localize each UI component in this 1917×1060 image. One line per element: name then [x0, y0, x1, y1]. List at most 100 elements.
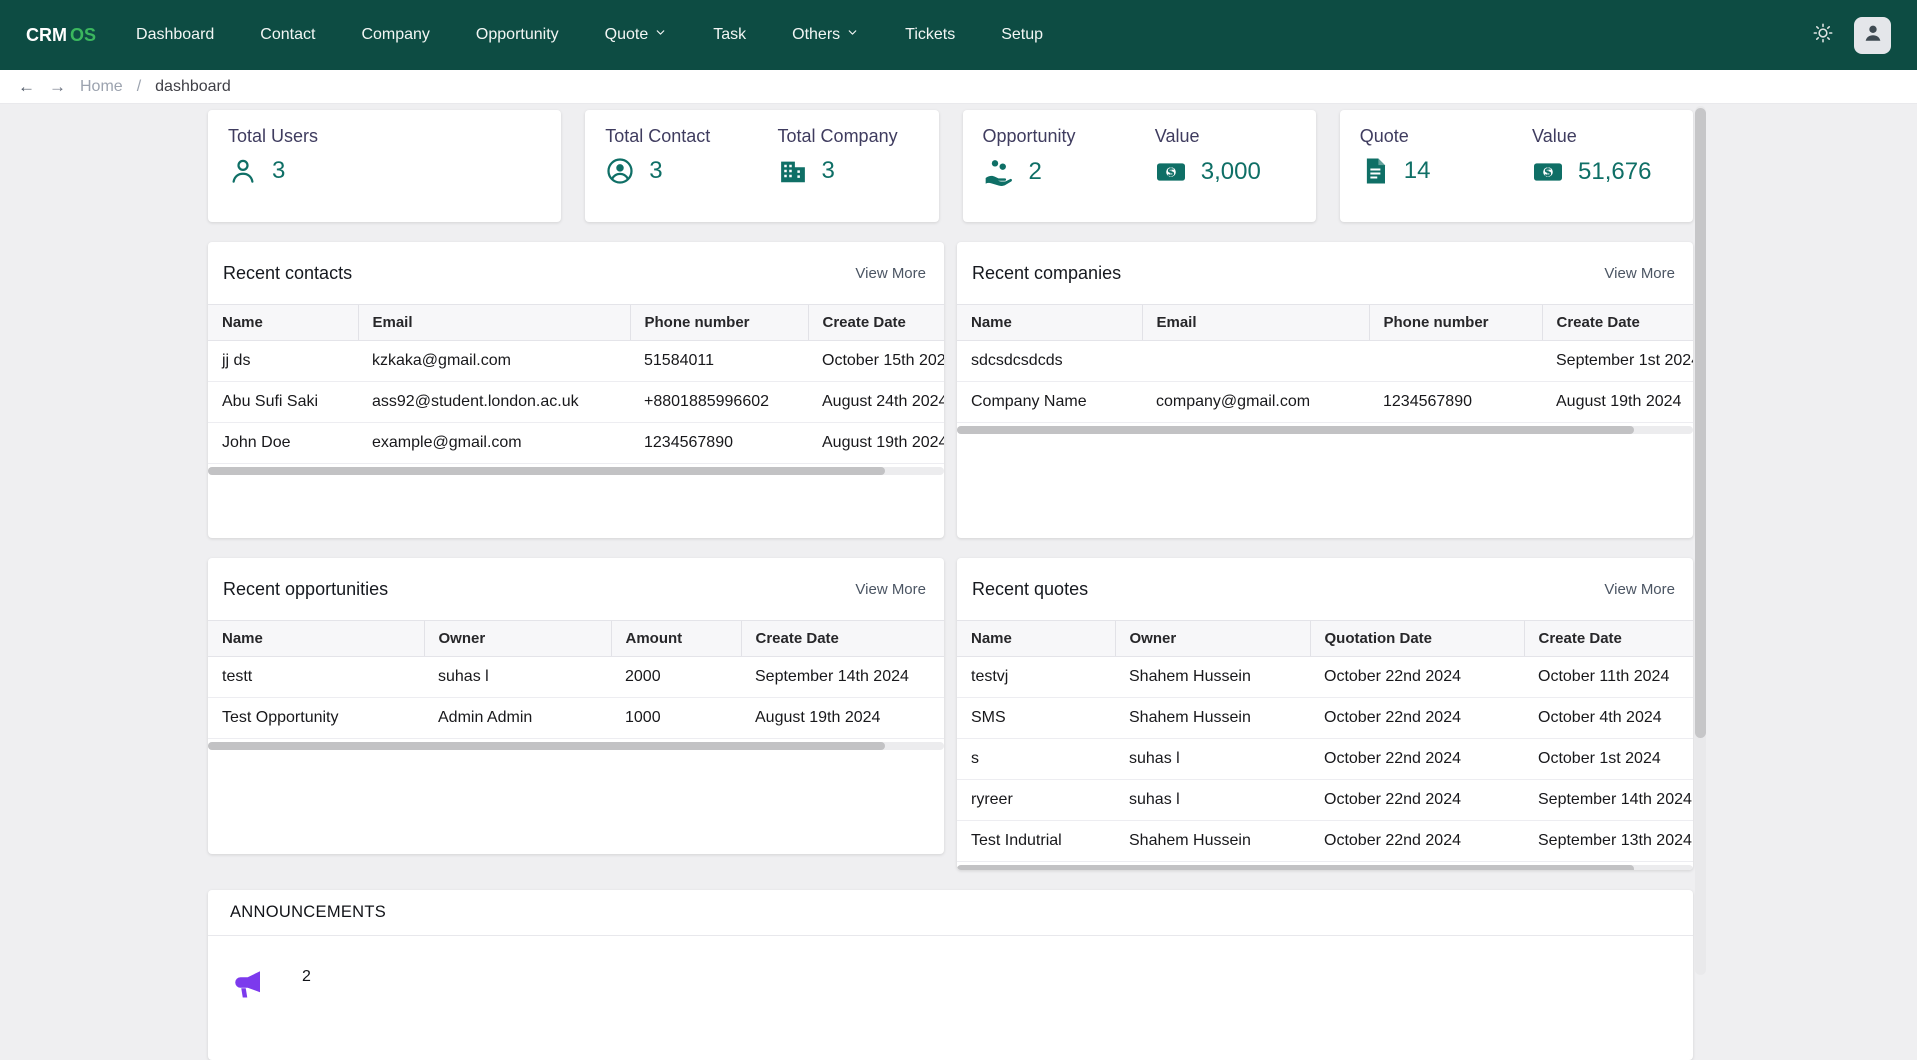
cell-create-date: August 19th 2024: [1542, 382, 1693, 423]
cell-create-date: September 13th 2024: [1524, 821, 1693, 862]
cell-email: [1142, 341, 1369, 382]
chevron-down-icon: [846, 26, 859, 44]
cell-owner: Admin Admin: [424, 698, 611, 739]
cell-quotation-date: October 22nd 2024: [1310, 698, 1524, 739]
back-button[interactable]: ←: [18, 78, 35, 95]
cell-create-date: August 19th 2024: [808, 423, 944, 464]
table-row[interactable]: Company Name company@gmail.com 123456789…: [957, 382, 1693, 423]
nav-item-quote[interactable]: Quote: [605, 26, 668, 44]
nav-item-label: Contact: [260, 26, 315, 44]
table-row[interactable]: ryreer suhas l October 22nd 2024 Septemb…: [957, 780, 1693, 821]
cell-name: Test Indutrial: [957, 821, 1115, 862]
table-scroll-area[interactable]: Name Owner Amount Create Date testt suha…: [208, 620, 944, 739]
column-header: Phone number: [630, 305, 808, 341]
column-header: Name: [208, 305, 358, 341]
cell-name: Company Name: [957, 382, 1142, 423]
horizontal-scrollbar[interactable]: [957, 865, 1693, 870]
stat-card-opportunity-value: Opportunity 2 Value $ 3,000: [963, 110, 1316, 222]
panel-recent-companies: Recent companies View More Name Email Ph…: [957, 242, 1693, 538]
cell-phone: [1369, 341, 1542, 382]
cell-create-date: October 1st 2024: [1524, 739, 1693, 780]
forward-button[interactable]: →: [49, 78, 66, 95]
horizontal-scrollbar[interactable]: [208, 467, 944, 475]
stat-label: Opportunity: [983, 126, 1155, 147]
quote-file-icon: [1360, 156, 1390, 186]
nav-item-opportunity[interactable]: Opportunity: [476, 26, 559, 44]
stat-label: Value: [1155, 126, 1296, 147]
stat-metric: Total Users 3: [228, 126, 541, 206]
cell-email: kzkaka@gmail.com: [358, 341, 630, 382]
vertical-scrollbar[interactable]: [1695, 106, 1706, 975]
nav-item-others[interactable]: Others: [792, 26, 859, 44]
stat-metric: Quote 14: [1360, 126, 1532, 206]
nav-item-label: Opportunity: [476, 26, 559, 44]
view-more-link[interactable]: View More: [855, 581, 926, 598]
table-row[interactable]: testt suhas l 2000 September 14th 2024: [208, 657, 944, 698]
table-row[interactable]: Test Indutrial Shahem Hussein October 22…: [957, 821, 1693, 862]
view-more-link[interactable]: View More: [855, 265, 926, 282]
table-row[interactable]: Test Opportunity Admin Admin 1000 August…: [208, 698, 944, 739]
panel-title: Recent companies: [972, 263, 1121, 284]
theme-toggle-button[interactable]: [1812, 22, 1834, 49]
cell-name: sdcsdcsdcds: [957, 341, 1142, 382]
table-scroll-area[interactable]: Name Owner Quotation Date Create Date te…: [957, 620, 1693, 862]
panel-recent-opportunities: Recent opportunities View More Name Owne…: [208, 558, 944, 854]
nav-item-setup[interactable]: Setup: [1001, 26, 1043, 44]
nav-item-label: Tickets: [905, 26, 955, 44]
cell-owner: suhas l: [1115, 739, 1310, 780]
nav-item-company[interactable]: Company: [361, 26, 429, 44]
nav-item-contact[interactable]: Contact: [260, 26, 315, 44]
column-header: Phone number: [1369, 305, 1542, 341]
column-header: Create Date: [1542, 305, 1693, 341]
cell-create-date: August 19th 2024: [741, 698, 944, 739]
stat-metric: Value $ 51,676: [1532, 126, 1673, 206]
stat-label: Value: [1532, 126, 1673, 147]
table-row[interactable]: John Doe example@gmail.com 1234567890 Au…: [208, 423, 944, 464]
cell-name: Abu Sufi Saki: [208, 382, 358, 423]
cell-owner: Shahem Hussein: [1115, 657, 1310, 698]
breadcrumb-bar: ← → Home / dashboard: [0, 70, 1917, 104]
cell-quotation-date: October 22nd 2024: [1310, 657, 1524, 698]
breadcrumb-home[interactable]: Home: [80, 78, 123, 96]
cell-name: testvj: [957, 657, 1115, 698]
user-icon: [228, 156, 258, 186]
cell-name: SMS: [957, 698, 1115, 739]
nav-item-label: Setup: [1001, 26, 1043, 44]
stat-label: Total Contact: [605, 126, 777, 147]
table-row[interactable]: testvj Shahem Hussein October 22nd 2024 …: [957, 657, 1693, 698]
table-scroll-area[interactable]: Name Email Phone number Create Date sdcs…: [957, 304, 1693, 423]
nav-item-task[interactable]: Task: [713, 26, 746, 44]
stat-metric: Opportunity 2: [983, 126, 1155, 206]
table-scroll-area[interactable]: Name Email Phone number Create Date jj d…: [208, 304, 944, 464]
column-header: Create Date: [741, 621, 944, 657]
cell-create-date: August 24th 2024: [808, 382, 944, 423]
horizontal-scrollbar-thumb[interactable]: [208, 467, 885, 475]
table-row[interactable]: Abu Sufi Saki ass92@student.london.ac.uk…: [208, 382, 944, 423]
cell-amount: 2000: [611, 657, 741, 698]
horizontal-scrollbar-thumb[interactable]: [208, 742, 885, 750]
app-logo[interactable]: CRMOS: [26, 25, 96, 46]
horizontal-scrollbar-thumb[interactable]: [957, 426, 1634, 434]
vertical-scrollbar-thumb[interactable]: [1695, 108, 1706, 738]
horizontal-scrollbar[interactable]: [208, 742, 944, 750]
view-more-link[interactable]: View More: [1604, 265, 1675, 282]
top-navbar: CRMOS Dashboard Contact Company Opportun…: [0, 0, 1917, 70]
table-row[interactable]: jj ds kzkaka@gmail.com 51584011 October …: [208, 341, 944, 382]
view-more-link[interactable]: View More: [1604, 581, 1675, 598]
nav-menu: Dashboard Contact Company Opportunity Qu…: [136, 26, 1043, 44]
user-menu-button[interactable]: [1854, 17, 1891, 54]
table-row[interactable]: SMS Shahem Hussein October 22nd 2024 Oct…: [957, 698, 1693, 739]
announcements-title: ANNOUNCEMENTS: [230, 903, 386, 922]
panel-announcements: ANNOUNCEMENTS 2: [208, 890, 1693, 1060]
horizontal-scrollbar-thumb[interactable]: [957, 865, 1634, 870]
nav-item-tickets[interactable]: Tickets: [905, 26, 955, 44]
panels-row-1: Recent contacts View More Name Email Pho…: [208, 242, 1693, 538]
horizontal-scrollbar[interactable]: [957, 426, 1693, 434]
cell-quotation-date: October 22nd 2024: [1310, 739, 1524, 780]
navbar-right: [1812, 17, 1891, 54]
nav-item-dashboard[interactable]: Dashboard: [136, 26, 214, 44]
table-row[interactable]: s suhas l October 22nd 2024 October 1st …: [957, 739, 1693, 780]
table-row[interactable]: sdcsdcsdcds September 1st 2024: [957, 341, 1693, 382]
cell-email: example@gmail.com: [358, 423, 630, 464]
person-icon: [1862, 22, 1884, 49]
